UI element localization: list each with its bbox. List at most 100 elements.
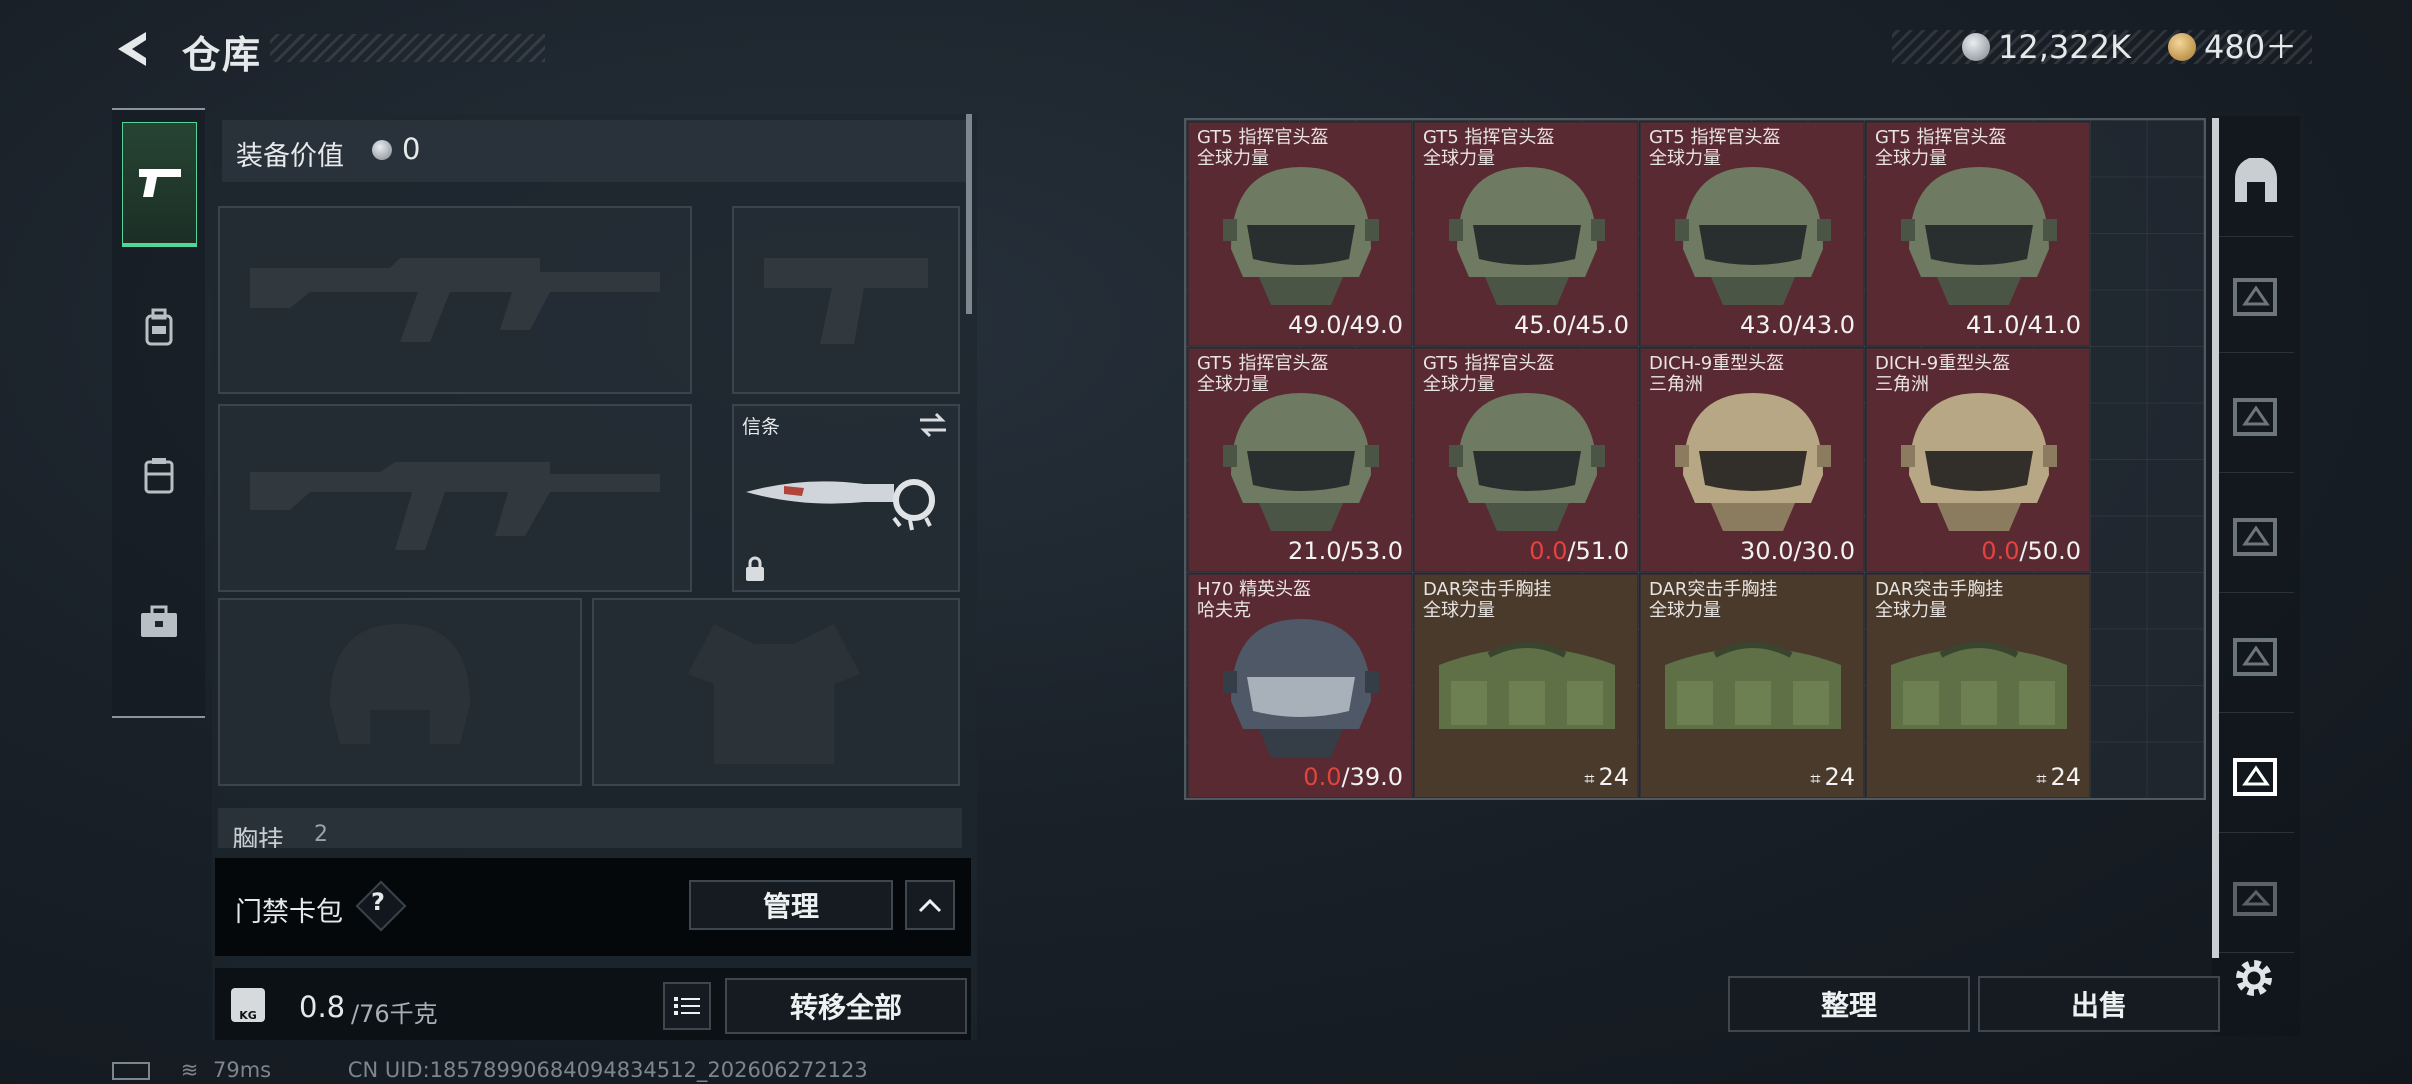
rig-capacity-icon: ⌗ [2036, 769, 2047, 790]
item-name: GT5 指挥官头盔 [1875, 127, 2007, 148]
settings-button[interactable] [2230, 954, 2278, 1006]
secondary-weapon-slot[interactable] [218, 404, 692, 592]
knife-icon [746, 479, 935, 531]
item-durability: 43.0/43.0 [1740, 311, 1855, 339]
inventory-item[interactable]: DAR突击手胸挂 全球力量 ⌗ 24 [1866, 574, 2090, 798]
item-name: GT5 指挥官头盔 [1649, 127, 1781, 148]
chest-rig-icon [1665, 642, 1841, 729]
body-armor-slot[interactable] [592, 598, 960, 786]
durability-current: 43.0 [1740, 311, 1794, 339]
currency-bar: 12,322K 480＋ [1892, 30, 2312, 64]
sidearm-slot[interactable] [732, 206, 960, 394]
nav-toolbox[interactable] [122, 562, 195, 682]
title-decoration [270, 34, 545, 62]
helmet-icon [1901, 393, 2057, 531]
keycard-wallet-bar: 门禁卡包 ? 管理 [215, 858, 971, 956]
item-faction: 全球力量 [1649, 148, 1721, 169]
swap-icon[interactable] [918, 412, 948, 438]
pistol-icon [138, 169, 181, 197]
item-faction: 全球力量 [1423, 374, 1495, 395]
item-stack-count: ⌗ 24 [1584, 763, 1629, 791]
helmet-icon [1449, 167, 1605, 305]
inventory-item[interactable]: GT5 指挥官头盔 全球力量 49.0/49.0 [1188, 122, 1412, 346]
helmet-icon [1449, 393, 1605, 531]
inventory-item[interactable]: DAR突击手胸挂 全球力量 ⌗ 24 [1414, 574, 1638, 798]
battery-icon [112, 1062, 150, 1080]
item-name: DICH-9重型头盔 [1649, 353, 1785, 374]
item-faction: 全球力量 [1197, 374, 1269, 395]
inventory-item[interactable]: DAR突击手胸挂 全球力量 ⌗ 24 [1640, 574, 1864, 798]
gear-icon [2236, 960, 2272, 996]
inventory-item[interactable]: H70 精英头盔 哈夫克 0.0/39.0 [1188, 574, 1412, 798]
helmet-icon [1675, 167, 1831, 305]
item-count: 24 [1824, 763, 1855, 791]
storage-tab-home[interactable] [2218, 126, 2294, 237]
briefcase-icon [140, 605, 177, 637]
inventory-item[interactable]: GT5 指挥官头盔 全球力量 0.0/51.0 [1414, 348, 1638, 572]
item-faction: 全球力量 [1423, 600, 1495, 621]
item-faction: 哈夫克 [1197, 600, 1251, 621]
chest-rig-icon [1891, 642, 2067, 729]
durability-current: 45.0 [1514, 311, 1568, 339]
back-button[interactable] [112, 26, 158, 72]
item-name: DAR突击手胸挂 [1875, 579, 2004, 600]
storage-tab-1[interactable] [2218, 242, 2294, 353]
inventory-item[interactable]: DICH-9重型头盔 三角洲 30.0/30.0 [1640, 348, 1864, 572]
helmet-icon [1223, 167, 1379, 305]
loadout-scrollbar[interactable] [966, 114, 972, 314]
item-name: DAR突击手胸挂 [1649, 579, 1778, 600]
storage-tab-3[interactable] [2218, 482, 2294, 593]
sell-button[interactable]: 出售 [1978, 976, 2220, 1032]
chest-rig-label: 胸挂 [232, 826, 285, 848]
storage-tab-rail [2212, 116, 2300, 1036]
melee-label: 信条 [742, 416, 781, 438]
vest-silhouette-icon [688, 624, 860, 764]
page-title: 仓库 [182, 33, 263, 77]
item-name: GT5 指挥官头盔 [1423, 127, 1555, 148]
chevron-up-icon [918, 898, 942, 913]
item-faction: 全球力量 [1423, 148, 1495, 169]
box-tab-icon [2233, 638, 2277, 676]
weight-value: 0.8 [299, 990, 346, 1024]
item-faction: 三角洲 [1875, 374, 1929, 395]
help-icon[interactable]: ? [371, 888, 385, 916]
durability-max: /41.0 [2019, 311, 2081, 339]
rig-capacity-icon: ⌗ [1810, 769, 1821, 790]
storage-tab-4[interactable] [2218, 602, 2294, 713]
nav-helmet[interactable] [122, 268, 195, 388]
inventory-grid: GT5 指挥官头盔 全球力量 49.0/49.0 GT5 指挥官头盔 全球力量 45.0/… [1184, 118, 2206, 800]
helmet-icon [1901, 167, 2057, 305]
gold-amount[interactable]: 480＋ [2204, 30, 2297, 64]
helmet-slot[interactable] [218, 598, 582, 786]
melee-slot[interactable]: 信条 [732, 404, 960, 592]
item-name: GT5 指挥官头盔 [1197, 353, 1329, 374]
manage-button[interactable]: 管理 [689, 880, 893, 930]
inventory-item[interactable]: GT5 指挥官头盔 全球力量 43.0/43.0 [1640, 122, 1864, 346]
back-arrow-icon [118, 32, 146, 66]
loadout-category-nav [112, 108, 205, 718]
equipment-value-bar: 装备价值 0 [222, 120, 967, 182]
primary-weapon-slot[interactable] [218, 206, 692, 394]
sort-button[interactable]: 整理 [1728, 976, 1970, 1032]
inventory-item[interactable]: DICH-9重型头盔 三角洲 0.0/50.0 [1866, 348, 2090, 572]
vault-icon [2235, 158, 2277, 202]
storage-tab-5-active[interactable] [2218, 722, 2294, 833]
storage-tab-2[interactable] [2218, 362, 2294, 473]
inventory-item[interactable]: GT5 指挥官头盔 全球力量 21.0/53.0 [1188, 348, 1412, 572]
equipment-value-label: 装备价值 [236, 141, 344, 172]
transfer-all-button[interactable]: 转移全部 [725, 978, 967, 1034]
inventory-item[interactable]: GT5 指挥官头盔 全球力量 41.0/41.0 [1866, 122, 2090, 346]
collapse-button[interactable] [905, 880, 955, 930]
item-stack-count: ⌗ 24 [1810, 763, 1855, 791]
inventory-item[interactable]: GT5 指挥官头盔 全球力量 45.0/45.0 [1414, 122, 1638, 346]
keycard-label: 门禁卡包 [235, 897, 343, 928]
item-durability: 0.0/51.0 [1529, 537, 1629, 565]
list-icon [674, 997, 700, 1015]
nav-weapons[interactable] [122, 122, 197, 247]
list-view-button[interactable] [663, 982, 711, 1030]
weight-icon: KG [231, 988, 265, 1022]
storage-scrollbar[interactable] [2212, 118, 2219, 958]
box-tab-icon [2233, 278, 2277, 316]
nav-armor[interactable] [122, 416, 195, 536]
storage-tab-locked[interactable] [2218, 842, 2294, 953]
